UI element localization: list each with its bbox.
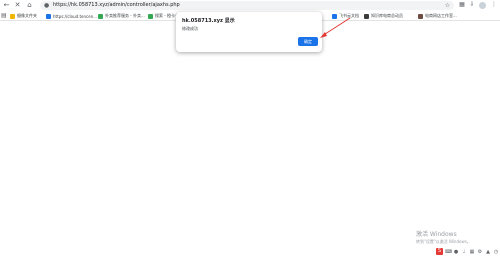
dialog-message: 修改成功: [182, 26, 198, 31]
downloads-icon[interactable]: ⇩: [468, 1, 476, 9]
site-icon: [418, 13, 423, 19]
folder-icon: [10, 13, 15, 19]
network-icon[interactable]: ▲: [485, 249, 491, 255]
ok-button[interactable]: 确定: [298, 37, 318, 46]
keyboard-icon[interactable]: ⌨: [445, 249, 452, 255]
avatar[interactable]: [479, 2, 486, 9]
settings-icon[interactable]: ⚙: [477, 249, 483, 255]
dialog-title: hk.058713.xyz 显示: [182, 18, 235, 24]
bookmark-item[interactable]: https://cloud.tencen...: [46, 12, 97, 20]
bookmark-item[interactable]: 飞书云文档: [332, 12, 359, 20]
bookmark-label: 外卖推荐服务 - 外卖...: [105, 13, 145, 18]
lock-icon[interactable]: ●: [44, 1, 49, 10]
bookmark-label: https://cloud.tencen...: [53, 13, 98, 19]
bookmark-item[interactable]: 电商网店工作室...: [418, 12, 457, 20]
watermark-title: 激活 Windows: [416, 231, 457, 238]
watermark-subtitle: 转到"设置"以激活 Windows。: [416, 239, 471, 244]
bookmark-label: 知识库电商总动员: [371, 13, 403, 18]
ime-icon[interactable]: S: [436, 248, 443, 255]
home-icon[interactable]: ⌂: [25, 1, 34, 10]
bookmark-label: 电商网店工作室...: [425, 13, 457, 18]
system-tray: S ⌨ ● ♩ ▦ ⚙ ▲ ◷: [436, 247, 499, 256]
volume-icon[interactable]: ♩: [461, 249, 467, 255]
alert-dialog: hk.058713.xyz 显示 修改成功 确定: [176, 12, 322, 52]
back-arrow-icon[interactable]: ←: [2, 1, 11, 10]
bookmark-item[interactable]: 外卖推荐服务 - 外卖...: [98, 12, 145, 20]
clock-icon[interactable]: ◷: [493, 249, 499, 255]
url-text[interactable]: https://hk.058713.xyz/admin/controller/a…: [53, 1, 180, 10]
apps-icon[interactable]: ▤: [1, 12, 7, 20]
site-icon: [148, 13, 153, 19]
browser-toolbar: ← ✕ ⌂ ● https://hk.058713.xyz/admin/cont…: [0, 0, 500, 11]
stop-loading-icon[interactable]: ✕: [13, 1, 22, 10]
microphone-icon[interactable]: ●: [453, 249, 459, 255]
windows-activation-watermark: 激活 Windows 转到"设置"以激活 Windows。: [416, 229, 471, 245]
menu-icon[interactable]: ⋮: [490, 1, 498, 9]
star-icon[interactable]: ☆: [445, 1, 450, 10]
site-icon: [364, 13, 369, 19]
site-icon: [46, 13, 51, 19]
grid-icon[interactable]: ▦: [469, 249, 475, 255]
bookmark-label: 飞书云文档: [339, 13, 359, 18]
extensions-icon[interactable]: ▦: [458, 1, 466, 9]
bookmark-label: 摄像文件夹: [17, 13, 37, 18]
site-icon: [332, 13, 337, 19]
address-bar[interactable]: ● https://hk.058713.xyz/admin/controller…: [40, 1, 454, 10]
bookmark-item[interactable]: 知识库电商总动员: [364, 12, 403, 20]
site-icon: [98, 13, 103, 19]
bookmark-item[interactable]: 摄像文件夹: [10, 12, 37, 20]
bookmark-item[interactable]: 搜索 - 橙卡书: [148, 12, 179, 20]
